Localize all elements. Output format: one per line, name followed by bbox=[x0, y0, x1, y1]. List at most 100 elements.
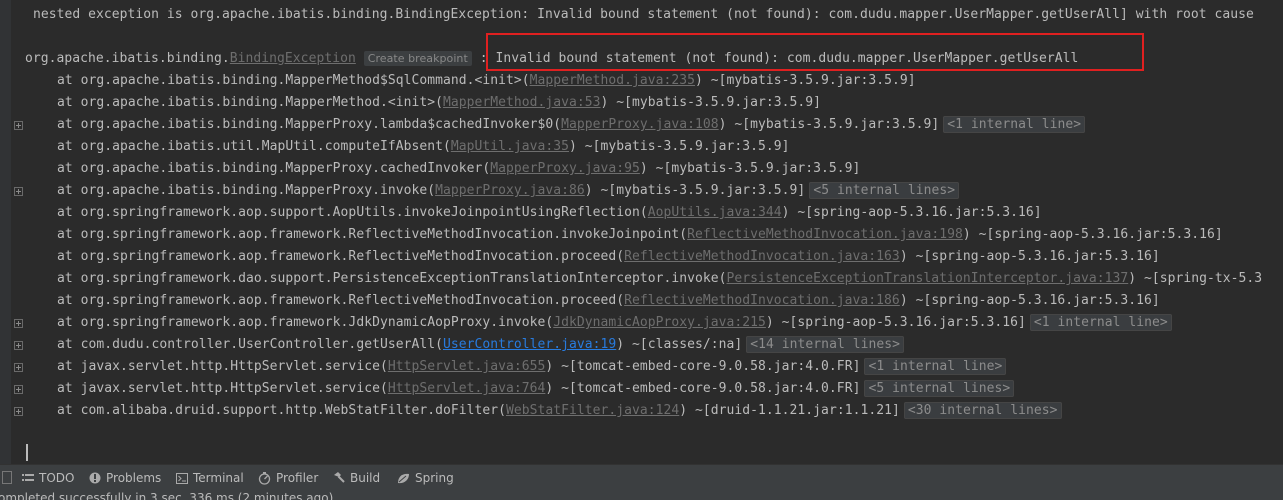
source-link[interactable]: UserController.java:19 bbox=[443, 337, 616, 352]
fold-toggle-icon[interactable] bbox=[14, 363, 23, 372]
source-link[interactable]: WebStatFilter.java:124 bbox=[506, 403, 679, 418]
fold-toggle-icon[interactable] bbox=[14, 319, 23, 328]
stack-frame-jar: ) ~[mybatis-3.5.9.jar:3.5.9] bbox=[718, 117, 940, 132]
create-breakpoint-button[interactable]: Create breakpoint bbox=[363, 51, 472, 66]
internal-lines-badge[interactable]: <14 internal lines> bbox=[746, 336, 904, 353]
tab-terminal[interactable]: Terminal bbox=[176, 465, 244, 491]
stack-frame-method: at org.springframework.aop.framework.Ref… bbox=[57, 227, 688, 242]
stack-frame-method: at org.springframework.dao.support.Persi… bbox=[57, 271, 727, 286]
stack-frame-line: at org.springframework.aop.framework.Ref… bbox=[57, 246, 1160, 268]
stack-frame-method: at com.alibaba.druid.support.http.WebSta… bbox=[57, 403, 506, 418]
internal-lines-badge[interactable]: <5 internal lines> bbox=[809, 182, 960, 199]
source-link[interactable]: MapperProxy.java:108 bbox=[561, 117, 719, 132]
tab-build[interactable]: Build bbox=[333, 465, 380, 491]
text-cursor bbox=[26, 444, 28, 461]
stack-frame-line: at javax.servlet.http.HttpServlet.servic… bbox=[57, 356, 1007, 378]
tab-todo[interactable]: TODO bbox=[22, 465, 74, 491]
stack-frame-method: at org.apache.ibatis.binding.MapperMetho… bbox=[57, 95, 443, 110]
source-link[interactable]: MapperMethod.java:235 bbox=[530, 73, 695, 88]
source-link[interactable]: ReflectiveMethodInvocation.java:163 bbox=[624, 249, 900, 264]
source-link[interactable]: ReflectiveMethodInvocation.java:186 bbox=[624, 293, 900, 308]
stack-frame-line: at org.springframework.aop.framework.Ref… bbox=[57, 290, 1160, 312]
console-gutter bbox=[0, 0, 11, 464]
stack-frame-line: at org.apache.ibatis.binding.MapperProxy… bbox=[57, 158, 860, 180]
stack-frame-jar: ) ~[mybatis-3.5.9.jar:3.5.9] bbox=[600, 95, 822, 110]
tool-window-bar: TODO Problems Terminal Profiler Build Sp… bbox=[0, 464, 1283, 491]
stack-frame-jar: ) ~[spring-aop-5.3.16.jar:5.3.16] bbox=[962, 227, 1223, 242]
exception-message: Invalid bound statement (not found): com… bbox=[495, 51, 1079, 66]
stack-frame-line: at org.apache.ibatis.binding.MapperMetho… bbox=[57, 70, 916, 92]
exception-separator: : bbox=[479, 51, 488, 66]
internal-lines-badge[interactable]: <1 internal line> bbox=[943, 116, 1086, 133]
stack-frame-jar: ) ~[spring-aop-5.3.16.jar:5.3.16] bbox=[899, 293, 1160, 308]
source-link[interactable]: ReflectiveMethodInvocation.java:198 bbox=[687, 227, 963, 242]
exception-class-link[interactable]: BindingException bbox=[230, 51, 356, 66]
stack-frame-method: at org.apache.ibatis.binding.MapperProxy… bbox=[57, 183, 436, 198]
exception-package: org.apache.ibatis.binding. bbox=[25, 51, 230, 66]
fold-toggle-icon[interactable] bbox=[14, 341, 23, 350]
fold-toggle-icon[interactable] bbox=[14, 187, 23, 196]
stack-frame-method: at org.apache.ibatis.binding.MapperProxy… bbox=[57, 161, 491, 176]
stack-frame-jar: ) ~[spring-aop-5.3.16.jar:5.3.16] bbox=[899, 249, 1160, 264]
tab-spring-label: Spring bbox=[415, 471, 454, 485]
source-link[interactable]: MapperProxy.java:95 bbox=[490, 161, 640, 176]
source-link[interactable]: MapperMethod.java:53 bbox=[443, 95, 601, 110]
source-link[interactable]: MapperProxy.java:86 bbox=[435, 183, 585, 198]
hammer-icon bbox=[334, 472, 345, 483]
stack-frame-line: at org.springframework.aop.framework.Ref… bbox=[57, 224, 1223, 246]
stack-frame-jar: ) ~[spring-tx-5.3 bbox=[1128, 271, 1263, 286]
stack-frame-method: at org.springframework.aop.framework.Jdk… bbox=[57, 315, 554, 330]
exception-line: org.apache.ibatis.binding.BindingExcepti… bbox=[25, 48, 1078, 70]
stack-frame-method: at javax.servlet.http.HttpServlet.servic… bbox=[57, 359, 388, 374]
tab-profiler-label: Profiler bbox=[276, 471, 319, 485]
tab-todo-label: TODO bbox=[39, 471, 75, 485]
tab-problems-label: Problems bbox=[106, 471, 162, 485]
source-link[interactable]: AopUtils.java:344 bbox=[648, 205, 782, 220]
stack-frame-method: at org.apache.ibatis.binding.MapperMetho… bbox=[57, 73, 530, 88]
status-bar: ompleted successfully in 3 sec, 336 ms (… bbox=[0, 490, 1283, 500]
internal-lines-badge[interactable]: <1 internal line> bbox=[864, 358, 1007, 375]
source-link[interactable]: MapUtil.java:35 bbox=[451, 139, 569, 154]
stack-frame-jar: ) ~[druid-1.1.21.jar:1.1.21] bbox=[679, 403, 900, 418]
stack-frame-method: at org.springframework.aop.framework.Ref… bbox=[57, 293, 625, 308]
stack-frame-method: at org.springframework.aop.framework.Ref… bbox=[57, 249, 625, 264]
profiler-icon bbox=[258, 471, 271, 485]
fold-toggle-icon[interactable] bbox=[14, 407, 23, 416]
stack-frame-jar: ) ~[tomcat-embed-core-9.0.58.jar:4.0.FR] bbox=[545, 359, 861, 374]
stack-frame-method: at org.springframework.aop.support.AopUt… bbox=[57, 205, 648, 220]
source-link[interactable]: JdkDynamicAopProxy.java:215 bbox=[553, 315, 766, 330]
stack-frame-line: at com.alibaba.druid.support.http.WebSta… bbox=[57, 400, 1062, 422]
fold-toggle-icon[interactable] bbox=[14, 121, 23, 130]
info-icon bbox=[89, 472, 101, 484]
source-link[interactable]: PersistenceExceptionTranslationIntercept… bbox=[727, 271, 1129, 286]
tab-spring[interactable]: Spring bbox=[397, 465, 454, 491]
tab-build-label: Build bbox=[350, 471, 381, 485]
stack-frame-method: at javax.servlet.http.HttpServlet.servic… bbox=[57, 381, 388, 396]
list-icon bbox=[22, 474, 34, 481]
tab-problems[interactable]: Problems bbox=[89, 465, 161, 491]
panel-toggle-icon[interactable] bbox=[2, 471, 12, 484]
stack-frame-jar: ) ~[classes/:na] bbox=[616, 337, 743, 352]
internal-lines-badge[interactable]: <5 internal lines> bbox=[864, 380, 1015, 397]
fold-toggle-icon[interactable] bbox=[14, 385, 23, 394]
stack-frame-line: at org.apache.ibatis.binding.MapperMetho… bbox=[57, 92, 821, 114]
stack-frame-line: at javax.servlet.http.HttpServlet.servic… bbox=[57, 378, 1015, 400]
stack-frame-line: at org.springframework.dao.support.Persi… bbox=[57, 268, 1262, 290]
stack-frame-jar: ) ~[spring-aop-5.3.16.jar:5.3.16] bbox=[765, 315, 1026, 330]
leaf-icon bbox=[398, 473, 409, 483]
tab-terminal-label: Terminal bbox=[193, 471, 244, 485]
stack-frame-line: at org.springframework.aop.support.AopUt… bbox=[57, 202, 1042, 224]
internal-lines-badge[interactable]: <1 internal line> bbox=[1029, 314, 1172, 331]
tab-profiler[interactable]: Profiler bbox=[258, 465, 318, 491]
run-console[interactable]: nested exception is org.apache.ibatis.bi… bbox=[0, 0, 1283, 464]
internal-lines-badge[interactable]: <30 internal lines> bbox=[903, 402, 1062, 419]
stack-frame-method: at org.apache.ibatis.binding.MapperProxy… bbox=[57, 117, 562, 132]
stack-frame-method: at org.apache.ibatis.util.MapUtil.comput… bbox=[57, 139, 451, 154]
stack-frame-line: at org.apache.ibatis.util.MapUtil.comput… bbox=[57, 136, 790, 158]
status-message: ompleted successfully in 3 sec, 336 ms (… bbox=[0, 491, 334, 500]
stack-frame-jar: ) ~[mybatis-3.5.9.jar:3.5.9] bbox=[639, 161, 861, 176]
stack-frame-line: at org.apache.ibatis.binding.MapperProxy… bbox=[57, 114, 1086, 136]
stack-frame-line: at org.springframework.aop.framework.Jdk… bbox=[57, 312, 1172, 334]
source-link[interactable]: HttpServlet.java:764 bbox=[388, 381, 546, 396]
source-link[interactable]: HttpServlet.java:655 bbox=[388, 359, 546, 374]
